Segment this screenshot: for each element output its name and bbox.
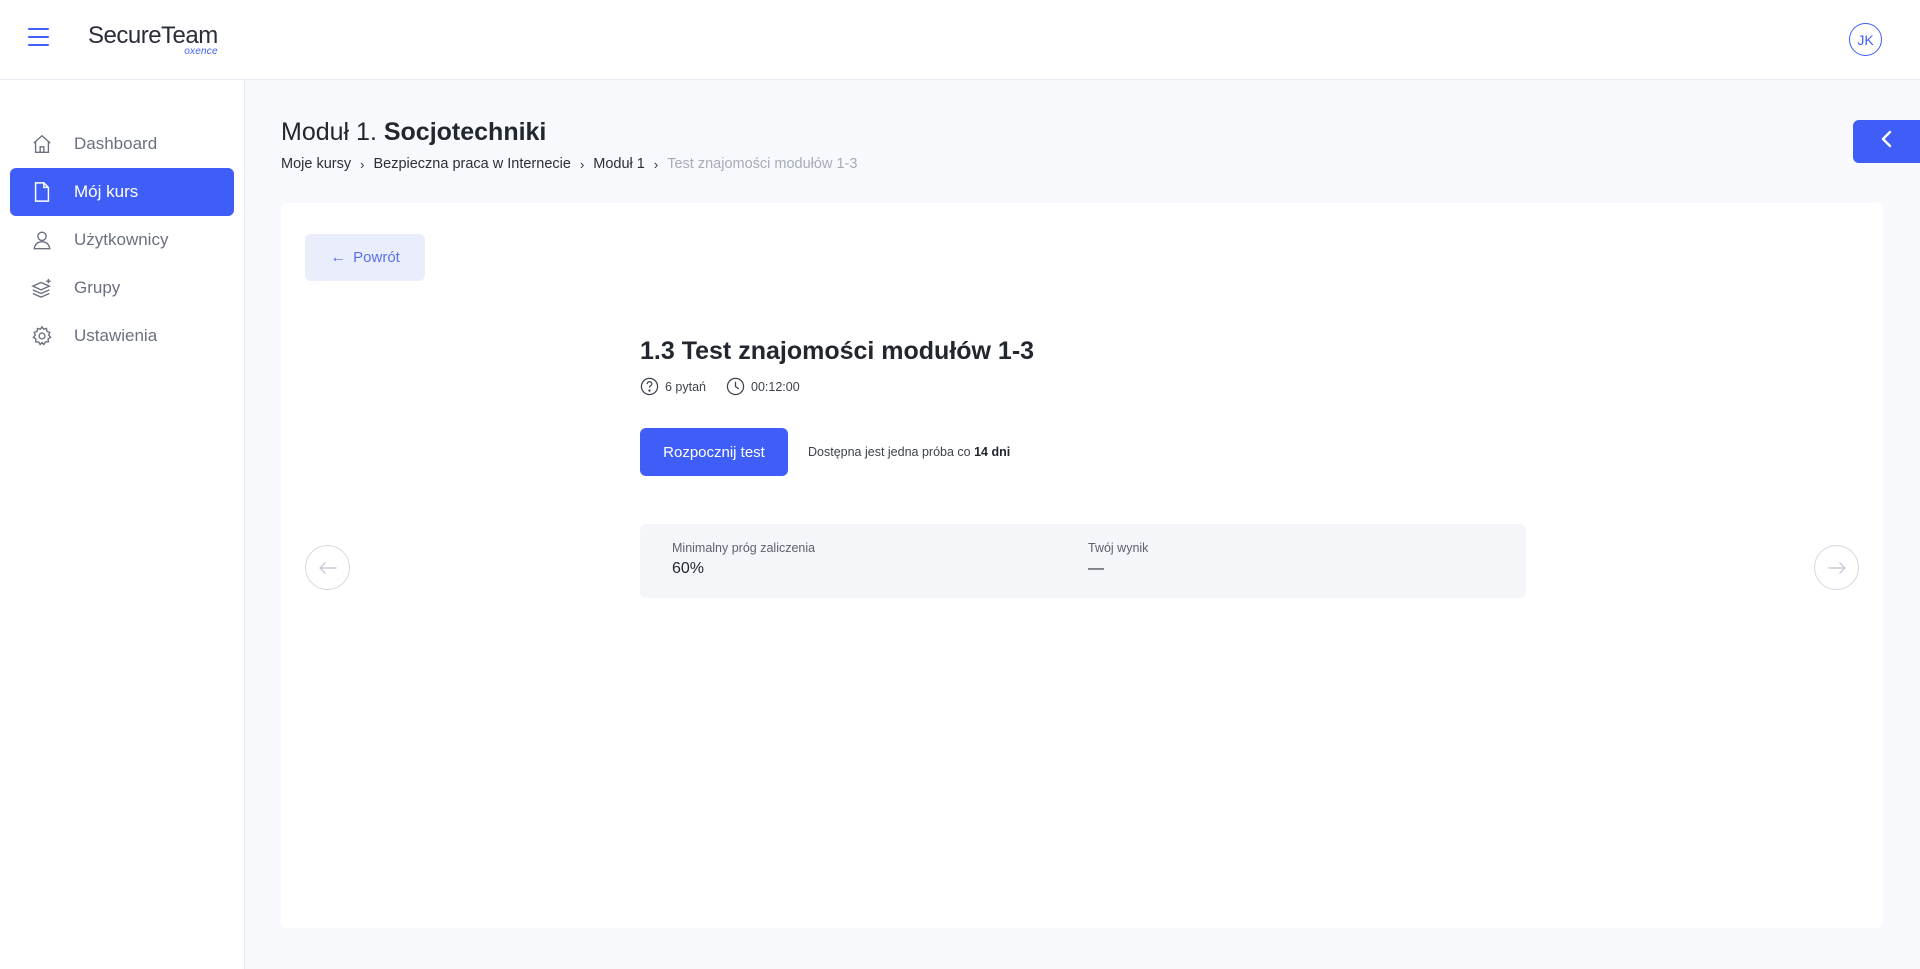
chevron-right-icon: › [579,156,585,172]
chevron-right-icon: › [653,156,659,172]
attempt-note-text: Dostępna jest jedna próba co [808,445,971,459]
question-icon [640,377,659,396]
breadcrumb-my-courses[interactable]: Moje kursy [281,156,351,172]
sidebar-item-users[interactable]: Użytkownicy [10,216,234,264]
questions-count: 6 pytań [640,377,706,396]
attempt-note: Dostępna jest jedna próba co 14 dni [808,445,1010,459]
breadcrumb-course[interactable]: Bezpieczna praca w Internecie [373,156,570,172]
test-duration: 00:12:00 [726,377,800,396]
chevron-left-icon [1880,130,1894,153]
collapse-panel-button[interactable] [1853,120,1920,163]
clock-icon [726,377,745,396]
page-title-main: Socjotechniki [383,118,547,146]
back-button[interactable]: ← Powrót [305,234,425,281]
home-icon [30,132,54,156]
pass-threshold: Minimalny próg zaliczenia 60% [672,541,815,578]
arrow-right-icon [1827,561,1846,574]
pass-threshold-value: 60% [672,560,705,577]
hamburger-menu-icon[interactable] [28,28,52,50]
start-test-button[interactable]: Rozpocznij test [640,428,788,476]
logo-text: SecureTeam [88,22,218,49]
questions-count-label: 6 pytań [665,379,707,394]
user-score-label: Twój wynik [1088,541,1149,555]
sidebar-item-label: Ustawienia [74,326,158,345]
breadcrumb-current: Test znajomości modułów 1-3 [667,156,858,172]
next-button[interactable] [1814,545,1859,590]
page-title-prefix: Moduł 1. [281,118,377,146]
chevron-right-icon: › [360,156,365,172]
user-avatar[interactable]: JK [1849,23,1882,56]
sidebar-item-dashboard[interactable]: Dashboard [10,120,234,168]
document-icon [30,180,54,204]
sidebar-item-label: Użytkownicy [74,230,169,249]
arrow-left-icon: ← [330,248,347,266]
top-bar: SecureTeam oxence JK [0,0,1920,80]
user-icon [30,228,54,252]
sidebar: Dashboard Mój kurs Użytkownicy Grupy Ust… [0,80,245,969]
breadcrumb: Moje kursy › Bezpieczna praca w Internec… [281,156,857,172]
pass-threshold-label: Minimalny próg zaliczenia [672,541,816,555]
test-duration-label: 00:12:00 [751,379,800,394]
sidebar-item-groups[interactable]: Grupy [10,264,234,312]
test-title: 1.3 Test znajomości modułów 1-3 [640,337,1035,365]
user-score: Twój wynik — [1088,541,1148,578]
logo[interactable]: SecureTeam oxence [88,22,218,57]
gear-icon [30,324,54,348]
sidebar-item-label: Dashboard [74,134,158,153]
test-meta: 6 pytań 00:12:00 [640,377,820,396]
layers-icon [30,276,54,300]
sidebar-item-settings[interactable]: Ustawienia [10,312,234,360]
sidebar-item-label: Grupy [74,278,121,297]
back-button-label: Powrót [353,249,400,266]
result-summary: Minimalny próg zaliczenia 60% Twój wynik… [640,524,1526,598]
test-card: ← Powrót 1.3 Test znajomości modułów 1-3… [281,203,1883,928]
page-title: Moduł 1. Socjotechniki [281,118,546,147]
previous-button[interactable] [305,545,350,590]
logo-subtext: oxence [184,46,218,57]
arrow-left-icon [318,561,337,574]
breadcrumb-module[interactable]: Moduł 1 [593,156,645,172]
sidebar-item-label: Mój kurs [74,182,139,201]
attempt-note-days: 14 dni [974,445,1011,459]
sidebar-item-my-course[interactable]: Mój kurs [10,168,234,216]
user-score-value: — [1088,560,1104,577]
